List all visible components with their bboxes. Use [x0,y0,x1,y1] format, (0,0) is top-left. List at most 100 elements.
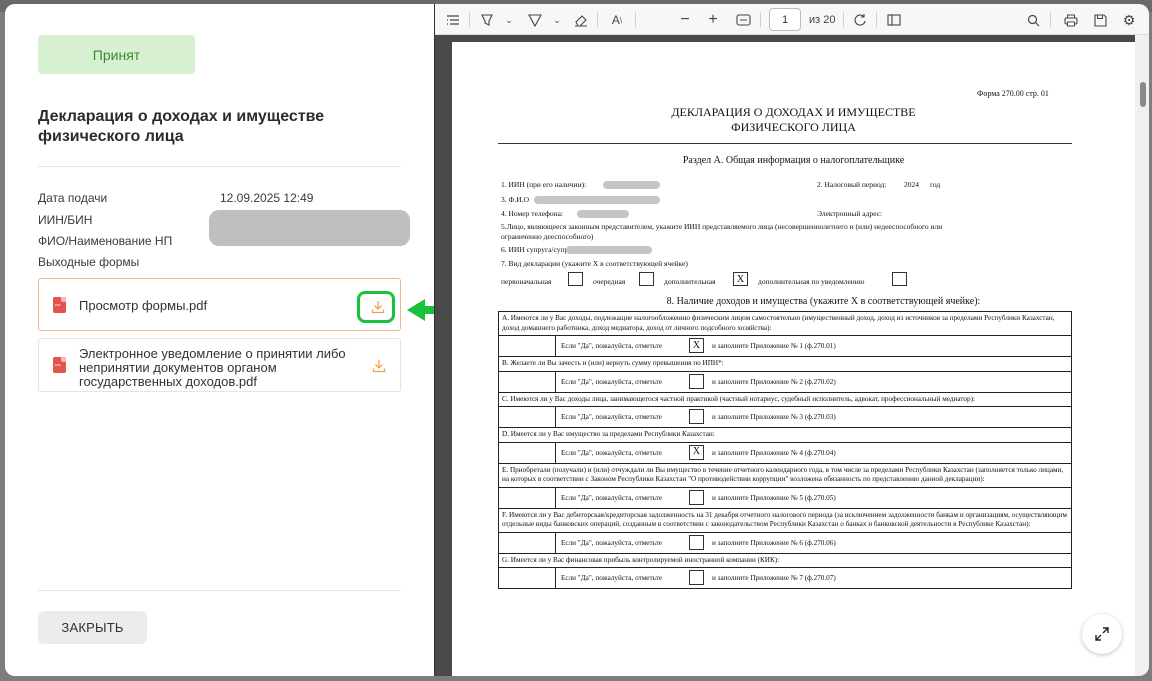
toolbar-separator [469,12,470,27]
download-icon[interactable] [368,355,390,377]
zoom-out-icon[interactable]: − [677,11,693,28]
save-icon[interactable] [1092,12,1108,28]
settings-icon[interactable]: ⚙ [1121,12,1137,28]
yes-label: Если "Да", пожалуйста, отметьте [561,413,662,421]
decl-type-label: дополнительная по уведомлению [758,277,865,286]
form-number: Форма 270.00 стр. 01 [977,89,1049,98]
scroll-thumb[interactable] [1140,82,1146,107]
question-row: F. Имеются ли у Вас дебиторская/кредитор… [498,507,1072,533]
section-8-heading: 8. Наличие доходов и имущества (укажите … [666,296,981,307]
toolbar-separator [760,12,761,27]
annex-label: и заполните Приложение № 5 (ф.270.05) [712,493,836,502]
answer-row: Если "Да", пожалуйста, отметьте и заполни… [498,531,1072,554]
toolbar-separator [843,12,844,27]
answer-row: Если "Да", пожалуйста, отметьте Xи заполн… [498,335,1072,357]
toolbar-separator [597,12,598,27]
fit-page-icon[interactable] [735,12,751,28]
question-row: А. Имеются ли у Вас доходы, подлежащие н… [498,311,1072,336]
question-text: G. Имеется ли у Вас финансовая прибыль к… [498,552,1072,568]
output-forms-label: Выходные формы [38,255,140,269]
sidebar-toggle-icon[interactable] [445,12,461,28]
question-row: В. Желаете ли Вы зачесть и (или) вернуть… [498,356,1072,372]
answer-checkbox [689,409,704,424]
divider [38,590,401,591]
answer-cell: Если "Да", пожалуйста, отметьте и заполни… [555,567,1072,589]
expand-icon [1095,627,1109,641]
decl-type-label: дополнительная [664,277,716,286]
search-icon[interactable] [1025,12,1041,28]
chevron-down-icon[interactable]: ⌄ [501,12,517,28]
zoom-in-icon[interactable]: + [705,11,721,28]
annex-label: и заполните Приложение № 1 (ф.270.01) [712,342,836,350]
file-card-form[interactable]: PDF Просмотр формы.pdf [38,278,401,331]
field-decl-type: 7. Вид декларации (укажите Х в соответст… [501,259,688,268]
field-representative: 5.Лицо, являющееся законным представител… [501,222,943,231]
question-text: В. Желаете ли Вы зачесть и (или) вернуть… [498,356,1072,372]
file-card-notification[interactable]: PDF Электронное уведомление о принятии л… [38,338,401,392]
answer-blank-cell [498,531,556,554]
yes-label: Если "Да", пожалуйста, отметьте [561,342,662,350]
answer-cell: Если "Да", пожалуйста, отметьте и заполни… [555,406,1072,428]
scrollbar[interactable] [1135,35,1149,676]
income-questions-table: А. Имеются ли у Вас доходы, подлежащие н… [498,311,1072,589]
draw-icon[interactable] [527,12,543,28]
answer-checkbox [689,489,704,505]
annex-label: и заполните Приложение № 2 (ф.270.02) [712,377,836,386]
yes-label: Если "Да", пожалуйста, отметьте [561,538,662,547]
close-button[interactable]: ЗАКРЫТЬ [38,611,147,644]
toolbar-separator [1050,12,1051,27]
rotate-icon[interactable] [852,12,868,28]
page-title: Декларация о доходах и имуществе физичес… [38,108,325,145]
field-iin: 1. ИИН (при его наличии): [501,180,587,189]
question-text: F. Имеются ли у Вас дебиторская/кредитор… [498,507,1072,533]
highlight-ring [357,291,395,323]
answer-row: Если "Да", пожалуйста, отметьте и заполни… [498,486,1072,509]
chevron-down-icon[interactable]: ⌄ [549,12,565,28]
yes-label: Если "Да", пожалуйста, отметьте [561,377,662,386]
details-panel: Принят Декларация о доходах и имуществе … [5,4,435,676]
answer-cell: Если "Да", пожалуйста, отметьте Xи заполн… [555,441,1072,464]
annex-label: и заполните Приложение № 4 (ф.270.04) [712,448,836,457]
doc-title-line1: ДЕКЛАРАЦИЯ О ДОХОДАХ И ИМУЩЕСТВЕ [671,105,916,119]
fio-label: ФИО/Наименование НП [38,234,173,248]
answer-checkbox: X [689,444,704,460]
highlight-icon[interactable] [479,12,495,28]
redacted-value [209,210,410,246]
text-icon[interactable]: A \ [607,12,627,28]
field-representative-cont: ограниченно дееспособного) [501,232,594,241]
answer-row: Если "Да", пожалуйста, отметьте и заполни… [498,567,1072,589]
question-row: С. Имеются ли у Вас доходы лица, занимаю… [498,391,1072,407]
redacted-value [566,246,652,254]
field-period: 2. Налоговый период: [817,180,887,189]
answer-cell: Если "Да", пожалуйста, отметьте и заполни… [555,486,1072,509]
question-row: D. Имеется ли у Вас имущество за предела… [498,427,1072,443]
toolbar-separator [635,12,636,27]
doc-rule [498,143,1072,144]
page-total: из 20 [809,14,836,26]
page-number-input[interactable]: 1 [769,8,801,31]
eraser-icon[interactable] [573,12,589,28]
question-row: G. Имеется ли у Вас финансовая прибыль к… [498,552,1072,568]
answer-blank-cell [498,441,556,464]
question-text: А. Имеются ли у Вас доходы, подлежащие н… [498,311,1072,336]
checkbox [892,272,907,286]
checkbox [568,272,583,286]
two-page-icon[interactable] [886,12,902,28]
yes-label: Если "Да", пожалуйста, отметьте [561,574,662,582]
answer-checkbox [689,373,704,389]
answer-blank-cell [498,335,556,357]
yes-label: Если "Да", пожалуйста, отметьте [561,493,662,502]
answer-checkbox [689,534,704,550]
question-text: Е. Приобретали (получали) и (или) отчужд… [498,462,1072,488]
file-name: Электронное уведомление о принятии либо … [79,346,346,389]
checkbox: X [733,272,748,286]
expand-button[interactable] [1082,614,1122,654]
answer-row: Если "Да", пожалуйста, отметьте и заполни… [498,406,1072,428]
print-icon[interactable] [1063,12,1079,28]
doc-title-line2: ФИЗИЧЕСКОГО ЛИЦА [731,120,856,134]
field-phone: 4. Номер телефона: [501,209,564,218]
field-email: Электронный адрес: [817,209,883,218]
declaration-modal: Принят Декларация о доходах и имуществе … [5,4,1149,676]
yes-label: Если "Да", пожалуйста, отметьте [561,448,662,457]
divider [38,166,401,167]
